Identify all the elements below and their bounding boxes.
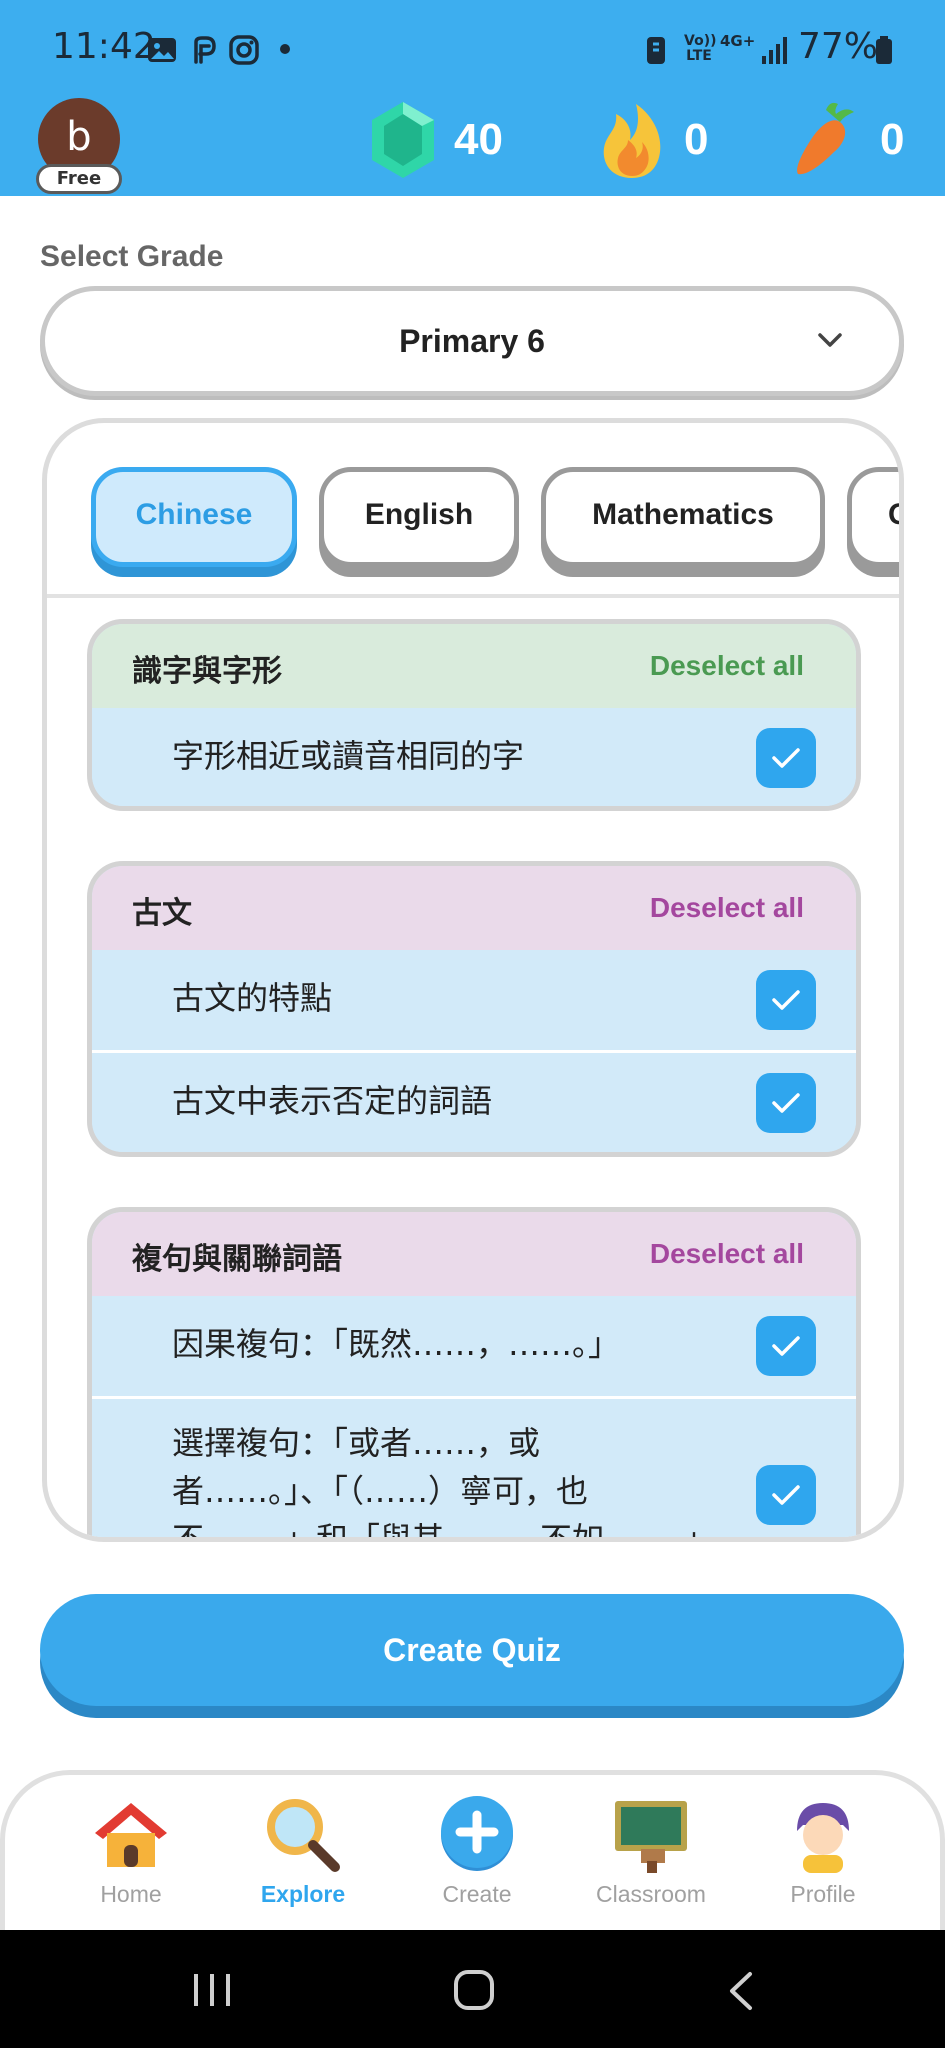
nav-profile[interactable]: Profile	[753, 1795, 893, 1925]
group-header: 複句與關聯詞語 Deselect all	[92, 1212, 856, 1296]
topic-label: 因果複句：「既然……，……。」	[172, 1325, 621, 1363]
gems-count: 40	[454, 115, 503, 164]
network-type: 4G+	[720, 32, 756, 50]
topic-row[interactable]: 古文的特點	[92, 950, 856, 1050]
topic-label: 古文中表示否定的詞語	[172, 1082, 493, 1120]
tab-chinese[interactable]: Chinese	[91, 467, 297, 567]
battery-icon	[876, 36, 892, 64]
subject-tabs: Chinese English Mathematics G	[47, 423, 899, 598]
nav-label: Profile	[790, 1881, 856, 1907]
topic-group-classical-chinese: 古文 Deselect all 古文的特點 古文中表示否定的詞語	[87, 861, 861, 1157]
top-bar: 11:42 Vo)) LTE 4G+ 77% b Free 40 0 0	[0, 0, 945, 196]
nav-home[interactable]: Home	[61, 1795, 201, 1925]
nav-create[interactable]: Create	[407, 1795, 547, 1925]
group-title: 複句與關聯詞語	[132, 1242, 342, 1277]
system-navigation-bar	[0, 1930, 945, 2048]
nav-label: Home	[100, 1881, 162, 1907]
create-quiz-button[interactable]: Create Quiz	[40, 1594, 904, 1706]
gem-icon	[372, 102, 434, 178]
topic-row[interactable]: 因果複句：「既然……，……。」	[92, 1296, 856, 1396]
p-app-notification-icon	[194, 36, 216, 64]
checkmark-icon	[772, 990, 800, 1010]
topics-card: Chinese English Mathematics G 識字與字形 Dese…	[42, 418, 904, 1542]
nav-label: Create	[442, 1881, 512, 1907]
checkmark-icon	[772, 748, 800, 768]
app-root: 11:42 Vo)) LTE 4G+ 77% b Free 40 0 0 Sel…	[0, 0, 945, 2048]
back-icon[interactable]	[726, 1970, 756, 2012]
battery-saver-icon	[647, 37, 665, 64]
more-notifications-dot	[280, 44, 290, 54]
topic-row[interactable]: 古文中表示否定的詞語	[92, 1050, 856, 1152]
topic-label-line: 不……。」和「與其……，不如……。」	[172, 1520, 717, 1542]
group-header: 識字與字形 Deselect all	[92, 624, 856, 708]
status-bar: 11:42 Vo)) LTE 4G+ 77%	[0, 0, 945, 100]
topic-row[interactable]: 字形相近或讀音相同的字	[92, 708, 856, 806]
nav-label: Explore	[260, 1881, 346, 1907]
group-title: 古文	[132, 896, 192, 931]
home-icon	[91, 1795, 171, 1875]
home-button-icon[interactable]	[452, 1968, 496, 2012]
group-title: 識字與字形	[132, 654, 282, 689]
bottom-nav: Home Explore Create Classroom Profile	[0, 1770, 945, 1930]
streak-count: 0	[684, 115, 709, 164]
chevron-down-icon	[818, 333, 842, 347]
instagram-notification-icon	[229, 35, 259, 65]
nav-explore[interactable]: Explore	[233, 1795, 373, 1925]
topic-checkbox[interactable]	[756, 970, 816, 1030]
topic-checkbox[interactable]	[756, 728, 816, 788]
plan-badge: Free	[36, 164, 122, 194]
topic-checkbox[interactable]	[756, 1316, 816, 1376]
grade-selected-value: Primary 6	[399, 323, 545, 359]
topic-group-complex-sentences: 複句與關聯詞語 Deselect all 因果複句：「既然……，……。」 選擇複…	[87, 1207, 861, 1542]
plus-circle-icon	[437, 1795, 517, 1875]
carrots-count: 0	[880, 115, 905, 164]
nav-label: Classroom	[596, 1881, 706, 1907]
topic-label: 字形相近或讀音相同的字	[172, 737, 525, 775]
clock: 11:42	[52, 26, 156, 67]
volte-indicator: Vo)) LTE	[684, 33, 717, 64]
checkmark-icon	[772, 1336, 800, 1356]
topic-label: 古文的特點	[172, 979, 333, 1017]
checkmark-icon	[772, 1485, 800, 1505]
deselect-all-button[interactable]: Deselect all	[650, 650, 804, 682]
signal-strength-icon	[762, 37, 787, 64]
topic-label-line: 選擇複句：「或者……，或	[172, 1424, 541, 1462]
tab-english[interactable]: English	[319, 467, 519, 567]
flame-icon	[603, 104, 661, 178]
topic-label: 選擇複句：「或者……，或 者……。」、「（……）寧可，也 不……。」和「與其………	[172, 1419, 717, 1542]
topic-group-character-recognition: 識字與字形 Deselect all 字形相近或讀音相同的字	[87, 619, 861, 811]
magnifier-icon	[263, 1795, 343, 1875]
deselect-all-button[interactable]: Deselect all	[650, 892, 804, 924]
topic-label-line: 者……。」、「（……）寧可，也	[172, 1472, 589, 1510]
deselect-all-button[interactable]: Deselect all	[650, 1238, 804, 1270]
carrots-counter[interactable]: 0	[790, 98, 904, 182]
topic-checkbox[interactable]	[756, 1073, 816, 1133]
nav-classroom[interactable]: Classroom	[581, 1795, 721, 1925]
grade-dropdown[interactable]: Primary 6	[40, 286, 904, 396]
grade-label: Select Grade	[40, 240, 224, 273]
gems-counter[interactable]: 40	[370, 98, 503, 182]
recents-icon[interactable]	[190, 1970, 234, 2010]
chalkboard-icon	[611, 1795, 691, 1875]
group-header: 古文 Deselect all	[92, 866, 856, 950]
person-icon	[783, 1795, 863, 1875]
streak-counter[interactable]: 0	[598, 98, 708, 182]
topic-checkbox[interactable]	[756, 1465, 816, 1525]
battery-percentage: 77%	[798, 26, 879, 67]
tab-mathematics[interactable]: Mathematics	[541, 467, 825, 567]
topic-row[interactable]: 選擇複句：「或者……，或 者……。」、「（……）寧可，也 不……。」和「與其………	[92, 1396, 856, 1542]
carrot-icon	[797, 102, 854, 175]
checkmark-icon	[772, 1093, 800, 1113]
tab-next-subject[interactable]: G	[847, 467, 899, 567]
gallery-notification-icon	[148, 38, 176, 62]
